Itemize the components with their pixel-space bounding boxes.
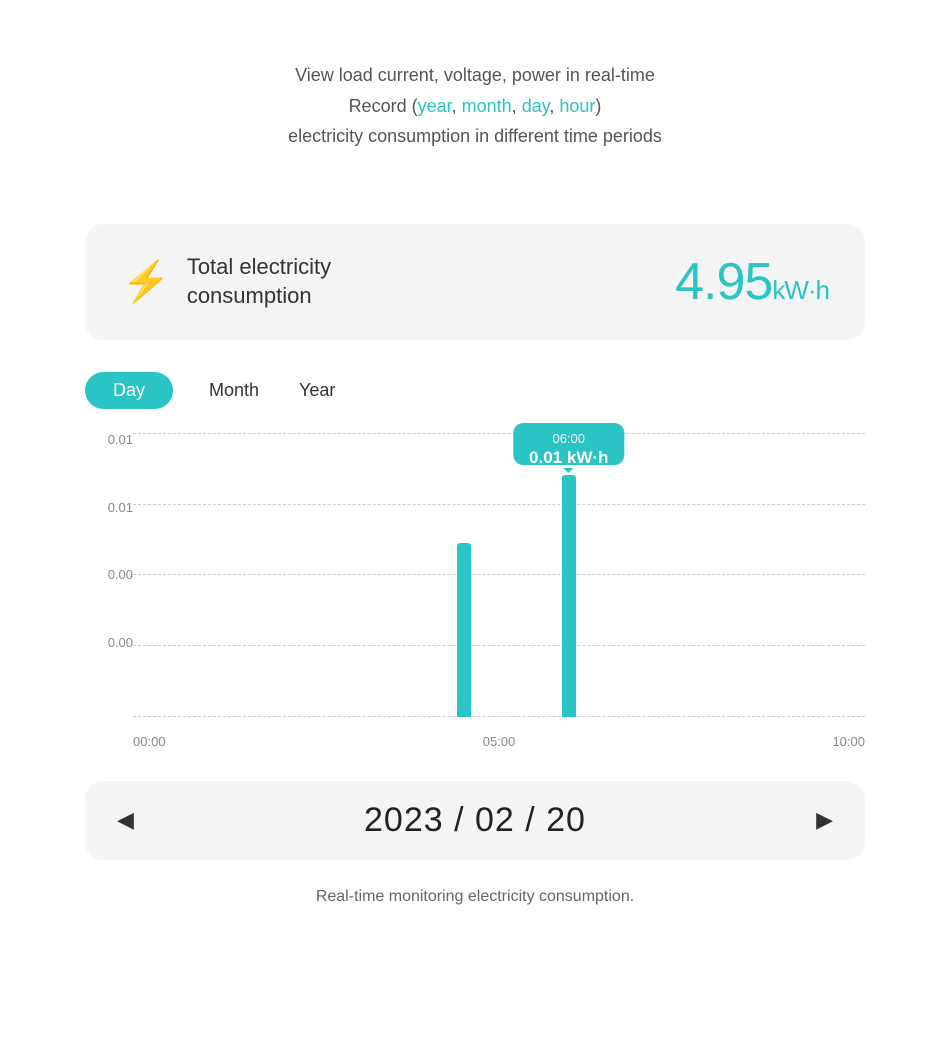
label-line1: Total electricity (187, 254, 331, 279)
consumption-value: 4.95kW·h (675, 252, 829, 312)
value-unit: kW·h (772, 275, 829, 305)
x-label-2: 10:00 (832, 734, 865, 749)
next-arrow[interactable]: ▶ (816, 807, 833, 833)
y-label-3: 0.00 (85, 568, 133, 581)
chart-container: 0.01 0.01 0.00 0.00 0 06:000.01 kW·h 00:… (85, 433, 865, 753)
bar-slot-18 (760, 433, 795, 717)
prev-arrow[interactable]: ◀ (117, 807, 134, 833)
bar-slot-16 (691, 433, 726, 717)
consumption-left: ⚡ Total electricity consumption (121, 253, 331, 310)
bar-slot-0 (133, 433, 168, 717)
tab-day[interactable]: Day (85, 372, 173, 409)
bar-slot-4 (272, 433, 307, 717)
header-line2-suffix: ) (595, 96, 601, 116)
x-axis: 00:00 05:00 10:00 (133, 717, 865, 753)
bar-slot-19 (795, 433, 830, 717)
chart-body: 06:000.01 kW·h 00:00 05:00 10:00 (133, 433, 865, 753)
bar-12 (562, 475, 576, 716)
tab-year[interactable]: Year (295, 372, 339, 409)
value-number: 4.95 (675, 253, 772, 311)
consumption-label: Total electricity consumption (187, 253, 331, 310)
y-label-2: 0.01 (85, 501, 133, 514)
header-line3: electricity consumption in different tim… (288, 126, 662, 146)
y-label-4: 0.00 (85, 636, 133, 649)
bar-slot-11 (516, 433, 551, 717)
header-line2-prefix: Record ( (349, 96, 418, 116)
header-section: View load current, voltage, power in rea… (288, 60, 662, 188)
bar-slot-6 (342, 433, 377, 717)
bar-slot-14 (621, 433, 656, 717)
tab-month[interactable]: Month (205, 372, 263, 409)
bar-slot-1 (168, 433, 203, 717)
bar-slot-13 (586, 433, 621, 717)
x-label-1: 05:00 (483, 734, 516, 749)
bar-slot-20 (830, 433, 865, 717)
bar-slot-7 (377, 433, 412, 717)
label-line2: consumption (187, 283, 312, 308)
footer-text: Real-time monitoring electricity consump… (316, 888, 634, 906)
y-label-1: 0.01 (85, 433, 133, 446)
x-label-0: 00:00 (133, 734, 166, 749)
bar-slot-3 (238, 433, 273, 717)
header-text: View load current, voltage, power in rea… (288, 60, 662, 152)
chart-area: 0.01 0.01 0.00 0.00 0 06:000.01 kW·h 00:… (85, 433, 865, 753)
bar-slot-8 (412, 433, 447, 717)
bolt-icon: ⚡ (121, 262, 171, 302)
link-day[interactable]: day (522, 96, 550, 116)
bar-slot-10 (482, 433, 517, 717)
link-month[interactable]: month (462, 96, 512, 116)
bar-slot-12: 06:000.01 kW·h (551, 433, 586, 717)
link-year[interactable]: year (418, 96, 452, 116)
consumption-card: ⚡ Total electricity consumption 4.95kW·h (85, 224, 865, 340)
bar-9 (457, 543, 471, 717)
bar-slot-2 (203, 433, 238, 717)
bars-area: 06:000.01 kW·h (133, 433, 865, 717)
bar-slot-17 (726, 433, 761, 717)
bar-slot-5 (307, 433, 342, 717)
link-hour[interactable]: hour (559, 96, 595, 116)
y-axis: 0.01 0.01 0.00 0.00 0 (85, 433, 133, 753)
header-line1: View load current, voltage, power in rea… (295, 65, 655, 85)
bar-slot-9 (447, 433, 482, 717)
date-nav: ◀ 2023 / 02 / 20 ▶ (85, 781, 865, 860)
date-display: 2023 / 02 / 20 (364, 801, 586, 840)
tab-row: Day Month Year (85, 372, 865, 409)
bar-slot-15 (656, 433, 691, 717)
